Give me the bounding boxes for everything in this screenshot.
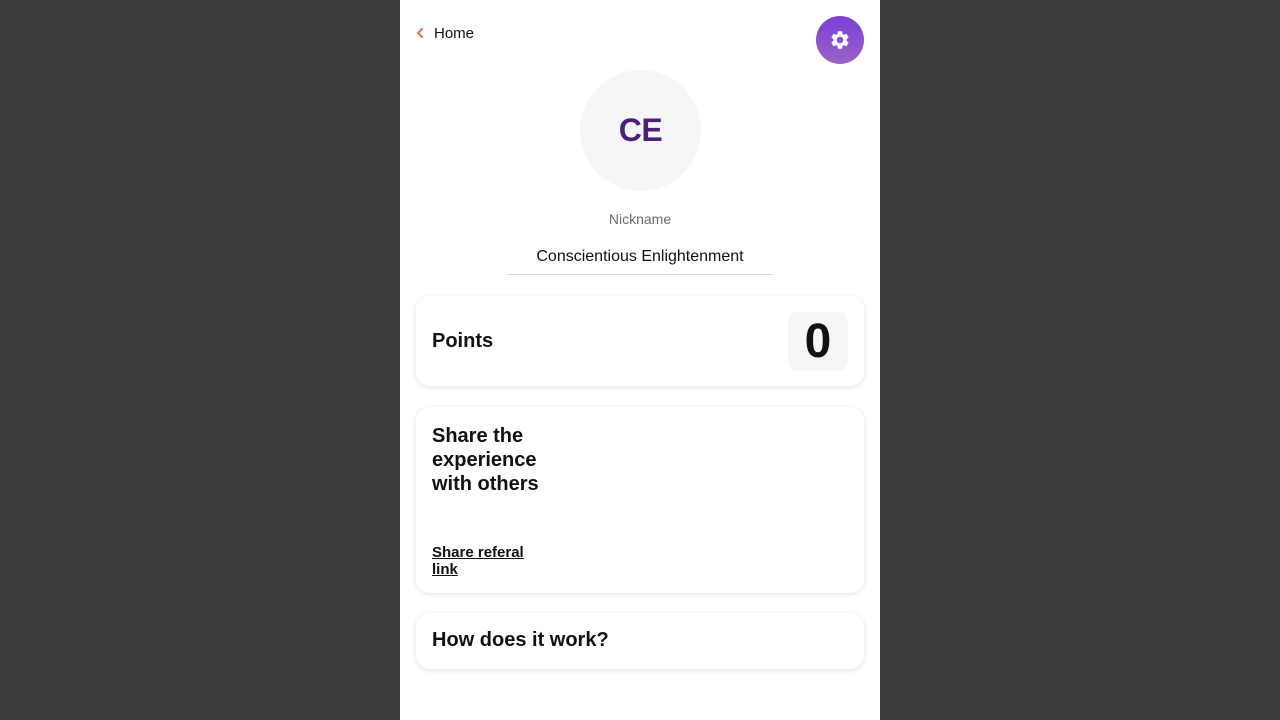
back-home-label: Home <box>434 24 475 42</box>
share-title: Share the experience with others <box>432 425 539 495</box>
how-it-works-title: How does it work? <box>432 629 609 651</box>
nickname-label: Nickname <box>608 211 672 227</box>
back-home-link[interactable]: Home <box>416 20 474 46</box>
chevron-left-icon <box>417 28 423 38</box>
settings-button[interactable] <box>816 16 864 64</box>
points-title: Points <box>432 330 494 352</box>
avatar-initials: CE <box>618 112 663 148</box>
app-screen: Home CE Nickname Points 0 Share the expe… <box>400 0 880 720</box>
avatar: CE <box>580 70 701 191</box>
how-it-works-card[interactable]: How does it work? <box>416 613 864 669</box>
points-value-box: 0 <box>788 312 848 371</box>
share-referral-link[interactable]: Share referal link <box>432 544 532 578</box>
nickname-input[interactable] <box>507 240 773 275</box>
gear-icon <box>831 31 849 49</box>
points-card: Points 0 <box>416 296 864 386</box>
points-value: 0 <box>804 314 832 368</box>
share-card: Share the experience with others Share r… <box>416 407 864 593</box>
